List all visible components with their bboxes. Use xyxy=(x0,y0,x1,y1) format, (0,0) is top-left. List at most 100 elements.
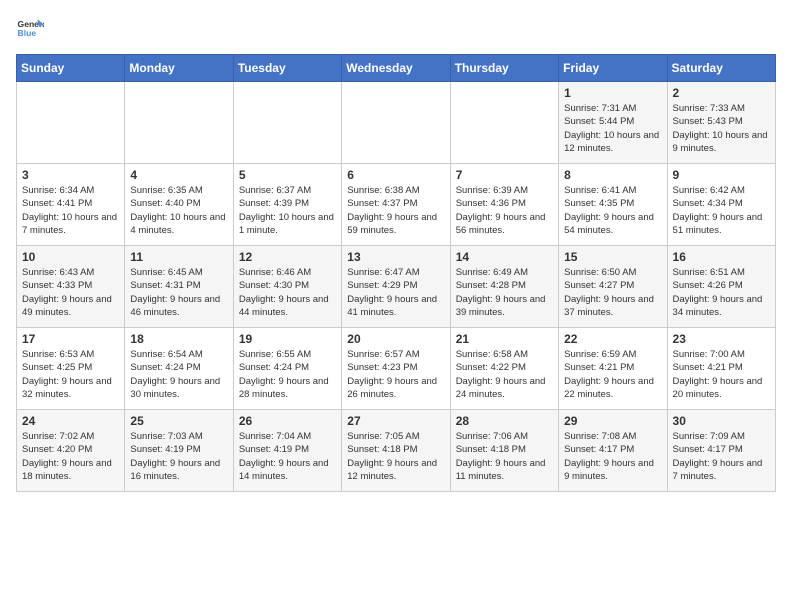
day-number: 26 xyxy=(239,414,336,428)
day-number: 23 xyxy=(673,332,770,346)
weekday-header: Sunday xyxy=(17,55,125,82)
calendar-cell: 24 Sunrise: 7:02 AMSunset: 4:20 PMDayligh… xyxy=(17,410,125,492)
weekday-header: Wednesday xyxy=(342,55,450,82)
day-number: 28 xyxy=(456,414,553,428)
calendar-cell: 29 Sunrise: 7:08 AMSunset: 4:17 PMDayligh… xyxy=(559,410,667,492)
calendar-cell: 12 Sunrise: 6:46 AMSunset: 4:30 PMDayligh… xyxy=(233,246,341,328)
day-number: 7 xyxy=(456,168,553,182)
calendar-cell xyxy=(342,82,450,164)
calendar-week-row: 3 Sunrise: 6:34 AMSunset: 4:41 PMDaylight… xyxy=(17,164,776,246)
day-info: Sunrise: 6:39 AMSunset: 4:36 PMDaylight:… xyxy=(456,184,553,237)
day-info: Sunrise: 7:31 AMSunset: 5:44 PMDaylight:… xyxy=(564,102,661,155)
calendar-cell: 26 Sunrise: 7:04 AMSunset: 4:19 PMDayligh… xyxy=(233,410,341,492)
calendar-cell: 14Sunrise: 6:49 AMSunset: 4:28 PMDayligh… xyxy=(450,246,558,328)
day-info: Sunrise: 7:04 AMSunset: 4:19 PMDaylight:… xyxy=(239,430,336,483)
calendar-cell: 27 Sunrise: 7:05 AMSunset: 4:18 PMDayligh… xyxy=(342,410,450,492)
day-number: 1 xyxy=(564,86,661,100)
day-info: Sunrise: 7:03 AMSunset: 4:19 PMDaylight:… xyxy=(130,430,227,483)
day-info: Sunrise: 7:09 AMSunset: 4:17 PMDaylight:… xyxy=(673,430,770,483)
day-info: Sunrise: 6:37 AMSunset: 4:39 PMDaylight:… xyxy=(239,184,336,237)
day-number: 16 xyxy=(673,250,770,264)
page-header: General Blue xyxy=(16,16,776,44)
day-number: 11 xyxy=(130,250,227,264)
calendar-cell: 10Sunrise: 6:43 AMSunset: 4:33 PMDayligh… xyxy=(17,246,125,328)
day-info: Sunrise: 7:33 AMSunset: 5:43 PMDaylight:… xyxy=(673,102,770,155)
weekday-header: Saturday xyxy=(667,55,775,82)
day-number: 21 xyxy=(456,332,553,346)
day-number: 8 xyxy=(564,168,661,182)
day-number: 5 xyxy=(239,168,336,182)
day-info: Sunrise: 7:08 AMSunset: 4:17 PMDaylight:… xyxy=(564,430,661,483)
day-number: 3 xyxy=(22,168,119,182)
day-info: Sunrise: 6:35 AMSunset: 4:40 PMDaylight:… xyxy=(130,184,227,237)
calendar-week-row: 24 Sunrise: 7:02 AMSunset: 4:20 PMDayligh… xyxy=(17,410,776,492)
calendar-cell: 28 Sunrise: 7:06 AMSunset: 4:18 PMDayligh… xyxy=(450,410,558,492)
day-info: Sunrise: 6:34 AMSunset: 4:41 PMDaylight:… xyxy=(22,184,119,237)
calendar-week-row: 1 Sunrise: 7:31 AMSunset: 5:44 PMDaylight… xyxy=(17,82,776,164)
calendar-cell: 1 Sunrise: 7:31 AMSunset: 5:44 PMDaylight… xyxy=(559,82,667,164)
weekday-header: Monday xyxy=(125,55,233,82)
calendar-cell: 8Sunrise: 6:41 AMSunset: 4:35 PMDaylight… xyxy=(559,164,667,246)
day-info: Sunrise: 6:45 AMSunset: 4:31 PMDaylight:… xyxy=(130,266,227,319)
calendar-week-row: 17 Sunrise: 6:53 AMSunset: 4:25 PMDayligh… xyxy=(17,328,776,410)
calendar-cell: 9Sunrise: 6:42 AMSunset: 4:34 PMDaylight… xyxy=(667,164,775,246)
day-number: 12 xyxy=(239,250,336,264)
day-info: Sunrise: 6:49 AMSunset: 4:28 PMDaylight:… xyxy=(456,266,553,319)
day-number: 4 xyxy=(130,168,227,182)
calendar-cell: 6 Sunrise: 6:38 AMSunset: 4:37 PMDaylight… xyxy=(342,164,450,246)
day-info: Sunrise: 6:51 AMSunset: 4:26 PMDaylight:… xyxy=(673,266,770,319)
day-number: 17 xyxy=(22,332,119,346)
calendar-cell: 22Sunrise: 6:59 AMSunset: 4:21 PMDayligh… xyxy=(559,328,667,410)
calendar-cell: 21 Sunrise: 6:58 AMSunset: 4:22 PMDayligh… xyxy=(450,328,558,410)
day-number: 2 xyxy=(673,86,770,100)
day-number: 6 xyxy=(347,168,444,182)
calendar-cell: 11 Sunrise: 6:45 AMSunset: 4:31 PMDayligh… xyxy=(125,246,233,328)
day-info: Sunrise: 7:02 AMSunset: 4:20 PMDaylight:… xyxy=(22,430,119,483)
day-number: 25 xyxy=(130,414,227,428)
day-number: 18 xyxy=(130,332,227,346)
calendar-week-row: 10Sunrise: 6:43 AMSunset: 4:33 PMDayligh… xyxy=(17,246,776,328)
calendar-cell: 2 Sunrise: 7:33 AMSunset: 5:43 PMDaylight… xyxy=(667,82,775,164)
day-info: Sunrise: 6:42 AMSunset: 4:34 PMDaylight:… xyxy=(673,184,770,237)
day-number: 29 xyxy=(564,414,661,428)
day-info: Sunrise: 7:00 AMSunset: 4:21 PMDaylight:… xyxy=(673,348,770,401)
day-info: Sunrise: 6:58 AMSunset: 4:22 PMDaylight:… xyxy=(456,348,553,401)
calendar-cell: 13Sunrise: 6:47 AMSunset: 4:29 PMDayligh… xyxy=(342,246,450,328)
day-info: Sunrise: 7:06 AMSunset: 4:18 PMDaylight:… xyxy=(456,430,553,483)
calendar-cell: 4 Sunrise: 6:35 AMSunset: 4:40 PMDaylight… xyxy=(125,164,233,246)
day-info: Sunrise: 7:05 AMSunset: 4:18 PMDaylight:… xyxy=(347,430,444,483)
day-number: 19 xyxy=(239,332,336,346)
day-number: 30 xyxy=(673,414,770,428)
day-info: Sunrise: 6:55 AMSunset: 4:24 PMDaylight:… xyxy=(239,348,336,401)
calendar-cell: 5 Sunrise: 6:37 AMSunset: 4:39 PMDaylight… xyxy=(233,164,341,246)
calendar-cell: 16 Sunrise: 6:51 AMSunset: 4:26 PMDayligh… xyxy=(667,246,775,328)
calendar-cell xyxy=(17,82,125,164)
calendar-cell xyxy=(450,82,558,164)
calendar-cell: 15 Sunrise: 6:50 AMSunset: 4:27 PMDayligh… xyxy=(559,246,667,328)
day-info: Sunrise: 6:50 AMSunset: 4:27 PMDaylight:… xyxy=(564,266,661,319)
day-info: Sunrise: 6:46 AMSunset: 4:30 PMDaylight:… xyxy=(239,266,336,319)
calendar-cell: 17 Sunrise: 6:53 AMSunset: 4:25 PMDayligh… xyxy=(17,328,125,410)
calendar-cell: 25 Sunrise: 7:03 AMSunset: 4:19 PMDayligh… xyxy=(125,410,233,492)
day-info: Sunrise: 6:43 AMSunset: 4:33 PMDaylight:… xyxy=(22,266,119,319)
day-info: Sunrise: 6:59 AMSunset: 4:21 PMDaylight:… xyxy=(564,348,661,401)
calendar-cell xyxy=(233,82,341,164)
day-number: 20 xyxy=(347,332,444,346)
day-info: Sunrise: 6:53 AMSunset: 4:25 PMDaylight:… xyxy=(22,348,119,401)
day-number: 24 xyxy=(22,414,119,428)
svg-text:Blue: Blue xyxy=(18,28,37,38)
calendar-cell: 20Sunrise: 6:57 AMSunset: 4:23 PMDayligh… xyxy=(342,328,450,410)
logo-icon: General Blue xyxy=(16,16,44,44)
day-info: Sunrise: 6:47 AMSunset: 4:29 PMDaylight:… xyxy=(347,266,444,319)
day-number: 15 xyxy=(564,250,661,264)
calendar-cell xyxy=(125,82,233,164)
weekday-header: Friday xyxy=(559,55,667,82)
weekday-header: Tuesday xyxy=(233,55,341,82)
calendar-cell: 18Sunrise: 6:54 AMSunset: 4:24 PMDayligh… xyxy=(125,328,233,410)
calendar-cell: 23 Sunrise: 7:00 AMSunset: 4:21 PMDayligh… xyxy=(667,328,775,410)
calendar: SundayMondayTuesdayWednesdayThursdayFrid… xyxy=(16,54,776,492)
day-number: 27 xyxy=(347,414,444,428)
day-info: Sunrise: 6:38 AMSunset: 4:37 PMDaylight:… xyxy=(347,184,444,237)
weekday-header: Thursday xyxy=(450,55,558,82)
weekday-header-row: SundayMondayTuesdayWednesdayThursdayFrid… xyxy=(17,55,776,82)
